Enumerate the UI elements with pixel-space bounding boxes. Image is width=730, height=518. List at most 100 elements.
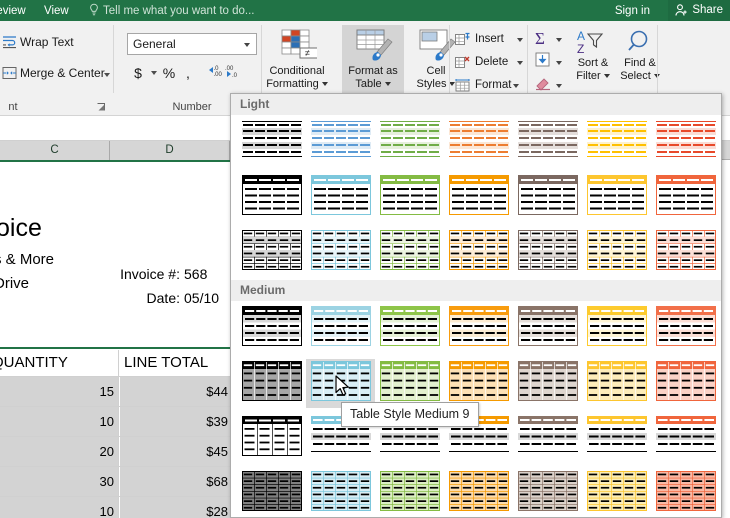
table-style-thumbnail[interactable] [583,173,652,222]
table-style-thumbnail[interactable] [444,359,513,408]
table-style-thumbnail[interactable] [514,228,583,277]
table-row[interactable]: 15 [0,377,118,406]
cell-company-name[interactable]: s & More [0,248,114,272]
number-format-select[interactable]: General [127,33,257,55]
table-style-thumbnail[interactable] [375,118,444,167]
table-row[interactable]: 20 [0,437,118,466]
table-style-thumbnail[interactable] [583,304,652,353]
chevron-down-icon[interactable] [556,61,562,65]
increase-decimal-icon[interactable]: .0 .00 [205,63,223,86]
table-style-thumbnail[interactable] [237,228,306,277]
cell-date-label[interactable]: Date: [112,286,180,310]
tab-review[interactable]: Review [0,3,26,19]
fill-button[interactable] [535,52,551,73]
table-style-thumbnail[interactable] [306,173,375,222]
dialog-launcher-icon[interactable] [96,102,106,112]
table-style-thumbnail[interactable] [583,469,652,518]
table-style-thumbnail[interactable] [652,118,721,167]
tab-view[interactable]: View [44,3,69,19]
sign-in-link[interactable]: Sign in [615,3,650,19]
table-style-thumbnail[interactable] [514,359,583,408]
table-style-thumbnail[interactable] [583,118,652,167]
table-style-thumbnail[interactable] [375,469,444,518]
format-as-table-button[interactable]: Format as Table [342,25,404,99]
table-style-thumbnail[interactable] [514,414,583,463]
chevron-down-icon[interactable] [104,73,110,77]
table-style-thumbnail[interactable] [375,359,444,408]
table-row[interactable]: 10 [0,407,118,436]
wrap-text-button[interactable]: Wrap Text [20,35,74,49]
chevron-down-icon[interactable] [244,43,250,47]
comma-style-button[interactable]: , [183,63,193,83]
table-style-thumbnail[interactable] [375,304,444,353]
table-style-thumbnail[interactable] [375,173,444,222]
table-style-thumbnail[interactable] [237,304,306,353]
tell-me-search[interactable]: Tell me what you want to do... [103,3,255,19]
chevron-down-icon[interactable] [556,84,562,88]
table-row[interactable]: $68 [120,467,232,496]
table-style-thumbnail[interactable] [237,414,306,463]
table-style-thumbnail[interactable] [237,118,306,167]
table-header-line-total[interactable]: LINE TOTAL [124,351,232,375]
cell-invoice-number-label[interactable]: Invoice #: [112,262,180,286]
table-style-thumbnail[interactable] [306,118,375,167]
table-style-thumbnail[interactable] [652,414,721,463]
table-style-thumbnail[interactable] [375,228,444,277]
insert-cells-button[interactable]: Insert [455,29,530,50]
cell-invoice-number-value[interactable]: 568 [184,262,232,286]
cell-date-value[interactable]: 05/10 [184,286,232,310]
chevron-down-icon[interactable] [556,38,562,42]
chevron-down-icon[interactable] [517,61,523,65]
accounting-format-button[interactable]: $ [131,63,145,83]
conditional-formatting-button[interactable]: ≠ Conditional Formatting [266,25,328,99]
table-row[interactable]: 30 [0,467,118,496]
table-row[interactable]: $39 [120,407,232,436]
delete-cells-button[interactable]: Delete [455,52,530,73]
table-style-thumbnail[interactable] [306,304,375,353]
table-style-thumbnail[interactable] [583,414,652,463]
sort-filter-button[interactable]: A Z Sort & Filter [568,25,618,83]
table-style-thumbnail[interactable] [444,304,513,353]
table-styles-gallery[interactable]: Light [230,93,722,518]
decrease-decimal-icon[interactable]: .00 .0 [225,63,239,86]
column-header-c[interactable]: C [0,141,110,160]
table-style-thumbnail[interactable] [514,173,583,222]
table-style-thumbnail[interactable] [514,304,583,353]
table-style-thumbnail[interactable] [514,469,583,518]
chevron-down-icon[interactable] [517,38,523,42]
table-style-thumbnail[interactable] [583,359,652,408]
table-style-thumbnail[interactable] [306,228,375,277]
table-style-thumbnail[interactable] [444,469,513,518]
table-row[interactable]: 10 [0,497,118,518]
table-header-quantity[interactable]: QUANTITY [0,351,110,375]
table-style-thumbnail[interactable] [514,118,583,167]
chevron-down-icon[interactable] [604,74,610,78]
table-style-thumbnail[interactable] [237,469,306,518]
share-button[interactable]: Share [668,0,730,21]
cell-invoice-title[interactable]: oice [0,210,111,246]
table-style-thumbnail[interactable] [652,469,721,518]
autosum-button[interactable]: Σ [534,29,554,52]
table-style-thumbnail[interactable] [237,359,306,408]
chevron-down-icon[interactable] [151,71,157,75]
table-style-thumbnail[interactable] [583,228,652,277]
merge-center-button[interactable]: Merge & Center [20,66,105,80]
table-row[interactable]: $28 [120,497,232,518]
table-style-thumbnail[interactable] [652,173,721,222]
percent-style-button[interactable]: % [162,63,176,83]
table-style-thumbnail[interactable] [652,228,721,277]
chevron-down-icon[interactable] [513,84,519,88]
table-style-thumbnail[interactable] [652,359,721,408]
table-row[interactable]: $45 [120,437,232,466]
table-style-thumbnail[interactable] [444,173,513,222]
table-style-thumbnail[interactable] [237,173,306,222]
table-style-thumbnail[interactable] [444,228,513,277]
table-style-thumbnail[interactable] [652,304,721,353]
table-row[interactable]: $44 [120,377,232,406]
table-style-thumbnail[interactable] [306,469,375,518]
cell-address[interactable]: Drive [0,272,114,296]
column-header-d[interactable]: D [110,141,230,160]
table-style-thumbnail[interactable] [444,118,513,167]
chevron-down-icon[interactable] [322,82,328,86]
chevron-down-icon[interactable] [385,82,391,86]
